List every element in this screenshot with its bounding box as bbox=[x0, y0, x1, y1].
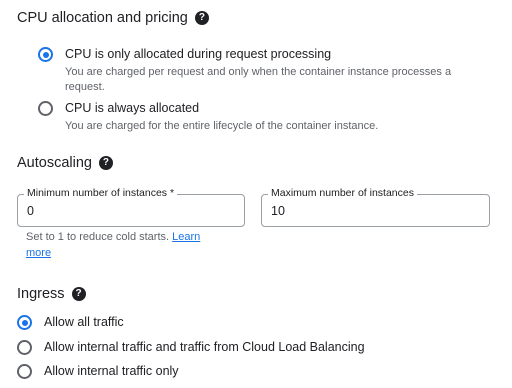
cpu-section-title: CPU allocation and pricing ? bbox=[17, 10, 209, 26]
cpu-option-always[interactable]: CPU is always allocated You are charged … bbox=[38, 100, 465, 134]
ingress-option-internal[interactable]: Allow internal traffic only bbox=[17, 363, 179, 380]
radio-unchecked-icon[interactable] bbox=[17, 340, 32, 355]
cpu-option-request-label: CPU is only allocated during request pro… bbox=[65, 47, 332, 61]
ingress-section-title: Ingress ? bbox=[17, 286, 86, 302]
min-instances-value[interactable]: 0 bbox=[27, 204, 34, 218]
radio-checked-icon[interactable] bbox=[38, 47, 53, 62]
cpu-option-always-label: CPU is always allocated bbox=[65, 101, 200, 115]
cpu-option-request-description: You are charged per request and only whe… bbox=[65, 66, 452, 93]
radio-unchecked-icon[interactable] bbox=[38, 101, 53, 116]
help-icon[interactable]: ? bbox=[71, 287, 86, 301]
ingress-title-text: Ingress bbox=[17, 286, 65, 302]
radio-checked-icon[interactable] bbox=[17, 315, 32, 330]
help-icon[interactable]: ? bbox=[98, 156, 113, 170]
ingress-option-all[interactable]: Allow all traffic bbox=[17, 314, 124, 331]
radio-unchecked-icon[interactable] bbox=[17, 364, 32, 379]
ingress-option-all-label: Allow all traffic bbox=[44, 315, 124, 329]
autoscaling-section-title: Autoscaling ? bbox=[17, 155, 113, 171]
cpu-title-text: CPU allocation and pricing bbox=[17, 10, 188, 26]
min-instances-label: Minimum number of instances * bbox=[24, 187, 178, 199]
min-instances-field[interactable]: Minimum number of instances * 0 bbox=[17, 187, 245, 227]
help-icon[interactable]: ? bbox=[194, 11, 209, 25]
hint-text: Set to 1 to reduce cold starts. bbox=[26, 231, 170, 243]
cpu-option-always-description: You are charged for the entire lifecycle… bbox=[65, 120, 379, 132]
max-instances-value[interactable]: 10 bbox=[271, 204, 285, 218]
ingress-option-internal-lb[interactable]: Allow internal traffic and traffic from … bbox=[17, 339, 365, 356]
max-instances-label: Maximum number of instances bbox=[268, 187, 417, 199]
max-instances-field[interactable]: Maximum number of instances 10 bbox=[261, 187, 490, 227]
ingress-option-internal-label: Allow internal traffic only bbox=[44, 364, 179, 378]
autoscaling-title-text: Autoscaling bbox=[17, 155, 92, 171]
cpu-option-request[interactable]: CPU is only allocated during request pro… bbox=[38, 46, 465, 95]
ingress-option-internal-lb-label: Allow internal traffic and traffic from … bbox=[44, 340, 365, 354]
autoscaling-hint: Set to 1 to reduce cold starts. Learn mo… bbox=[26, 229, 226, 261]
